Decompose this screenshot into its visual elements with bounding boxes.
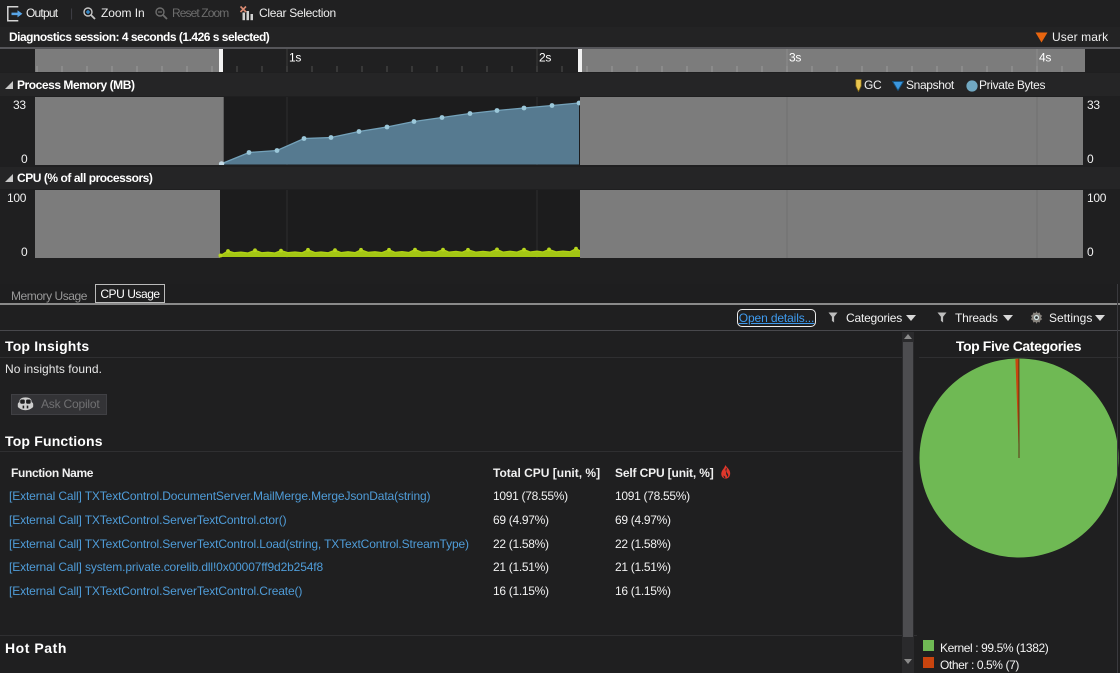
svg-text:1s: 1s bbox=[289, 51, 301, 65]
svg-text:3s: 3s bbox=[789, 51, 801, 65]
svg-text:2s: 2s bbox=[539, 51, 551, 65]
svg-text:4s: 4s bbox=[1039, 51, 1051, 65]
